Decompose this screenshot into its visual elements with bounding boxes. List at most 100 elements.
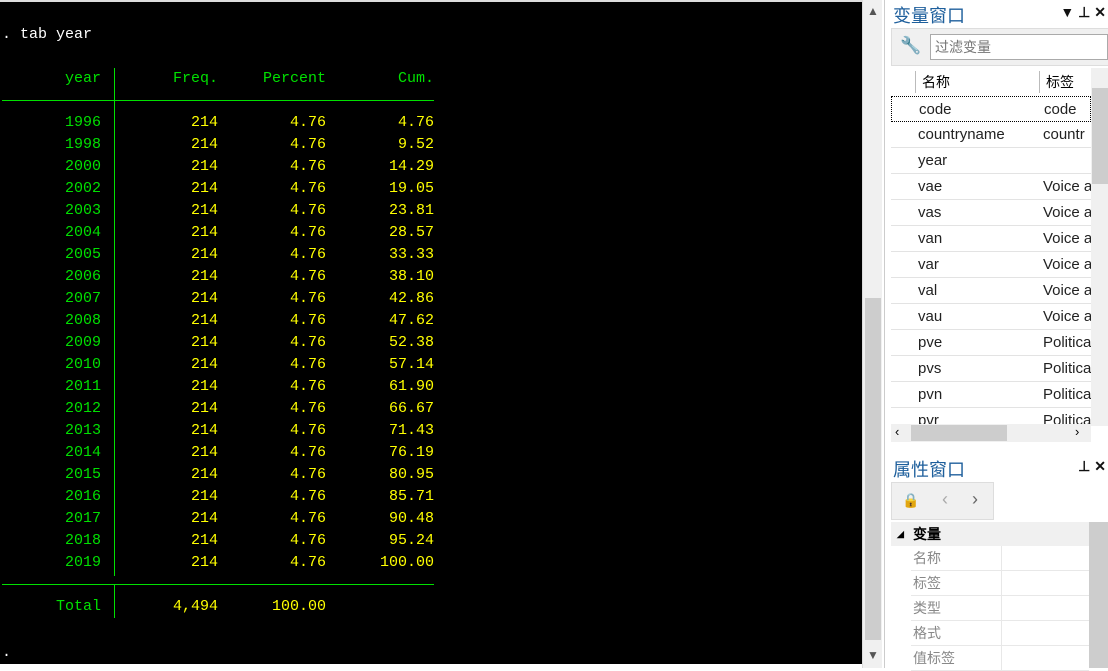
variable-row[interactable]: var Voice a	[891, 252, 1091, 278]
side-panels: 变量窗口 ▼ ⊥ ✕ 🔧 名称 标签 codecodecountrynameco…	[884, 0, 1108, 671]
row-value: 4.76	[289, 268, 326, 285]
row-value: 4.76	[289, 136, 326, 153]
results-scrollbar[interactable]: ▲ ▼	[862, 0, 882, 668]
row-value: 214	[190, 202, 218, 219]
results-window: . tab year year Freq. Percent Cum. 1996 214 4.…	[0, 0, 862, 664]
close-icon[interactable]: ✕	[1094, 458, 1106, 474]
properties-scrollbar[interactable]	[1089, 522, 1108, 668]
horizontal-scrollbar[interactable]: ‹ ›	[891, 424, 1091, 442]
property-label: 标签	[913, 575, 941, 591]
row-value: 19.05	[388, 180, 434, 197]
row-year: 2014	[64, 444, 101, 461]
row-value: 214	[190, 554, 218, 571]
col-name-header[interactable]: 名称	[915, 71, 950, 93]
row-value: 214	[190, 444, 218, 461]
pin-icon[interactable]: ⊥	[1078, 458, 1090, 474]
scroll-thumb[interactable]	[865, 298, 881, 640]
variable-row[interactable]: vae Voice a	[891, 174, 1091, 200]
variable-label: Voice a	[1043, 308, 1091, 325]
variable-row[interactable]: countryname countr	[891, 122, 1091, 148]
table-divider	[2, 584, 434, 585]
variable-list-header: 名称 标签	[891, 68, 1091, 96]
row-value: 85.71	[388, 488, 434, 505]
variable-row[interactable]: year	[891, 148, 1091, 174]
property-row[interactable]: 标签	[911, 571, 1089, 596]
table-divider	[2, 100, 434, 101]
variable-row[interactable]: pvs Politica	[891, 356, 1091, 382]
row-value: 214	[190, 180, 218, 197]
variable-name: pve	[918, 334, 943, 351]
row-value: 66.67	[388, 400, 434, 417]
row-value: 4.76	[397, 114, 434, 131]
variable-list-scrollbar[interactable]	[1091, 68, 1108, 426]
row-value: 214	[190, 158, 218, 175]
property-divider	[1001, 621, 1002, 645]
row-value: 214	[190, 334, 218, 351]
variable-name: year	[918, 152, 948, 169]
variable-label: Voice a	[1043, 204, 1091, 221]
variable-row[interactable]: vas Voice a	[891, 200, 1091, 226]
row-value: 214	[190, 400, 218, 417]
properties-controls: ⊥ ✕	[1078, 458, 1106, 475]
property-row[interactable]: 格式	[911, 621, 1089, 646]
table-vertical-rule	[114, 112, 115, 576]
scroll-thumb[interactable]	[1092, 88, 1108, 184]
header-freq: Freq.	[172, 70, 218, 87]
row-value: 42.86	[388, 290, 434, 307]
variable-label: countr	[1043, 126, 1085, 143]
row-value: 4.76	[289, 312, 326, 329]
property-divider	[1001, 596, 1002, 620]
variables-title: 变量窗口	[893, 6, 965, 26]
collapse-icon[interactable]: ◢	[897, 522, 904, 546]
property-row[interactable]: 类型	[911, 596, 1089, 621]
property-row[interactable]: 名称	[911, 546, 1089, 571]
filter-icon[interactable]: ▼	[1060, 4, 1074, 20]
row-year: 1996	[64, 114, 101, 131]
row-year: 2004	[64, 224, 101, 241]
scroll-up-icon[interactable]: ▲	[865, 4, 881, 18]
wrench-icon: 🔧	[900, 36, 922, 55]
row-value: 71.43	[388, 422, 434, 439]
row-value: 4.76	[289, 356, 326, 373]
command-line: . tab year	[2, 26, 93, 43]
scroll-right-icon[interactable]: ›	[1075, 424, 1079, 439]
row-value: 4.76	[289, 334, 326, 351]
scroll-thumb[interactable]	[911, 425, 1007, 441]
total-percent: 100.00	[271, 598, 326, 615]
pin-icon[interactable]: ⊥	[1078, 4, 1090, 20]
col-label-header[interactable]: 标签	[1039, 71, 1074, 93]
forward-icon[interactable]: ›	[972, 489, 978, 510]
total-freq: 4,494	[172, 598, 218, 615]
variable-row[interactable]: code code	[891, 96, 1091, 122]
filter-input[interactable]	[930, 34, 1108, 60]
variable-row[interactable]: van Voice a	[891, 226, 1091, 252]
variable-row[interactable]: pvn Politica	[891, 382, 1091, 408]
properties-panel: 🔒 ‹ › ◢ 变量 名称标签类型 格式 值标签	[891, 482, 1108, 671]
variable-row[interactable]: vau Voice a	[891, 304, 1091, 330]
row-value: 4.76	[289, 444, 326, 461]
property-label: 名称	[913, 550, 941, 566]
lock-icon[interactable]: 🔒	[902, 492, 919, 509]
row-value: 47.62	[388, 312, 434, 329]
variable-name: vae	[918, 178, 943, 195]
row-value: 33.33	[388, 246, 434, 263]
variable-row[interactable]: val Voice a	[891, 278, 1091, 304]
section-label: 变量	[913, 526, 941, 542]
property-row[interactable]: 值标签	[911, 646, 1089, 671]
close-icon[interactable]: ✕	[1094, 4, 1106, 20]
scroll-left-icon[interactable]: ‹	[895, 424, 899, 439]
variable-label: Voice a	[1043, 230, 1091, 247]
back-icon[interactable]: ‹	[942, 489, 948, 510]
row-value: 76.19	[388, 444, 434, 461]
row-value: 9.52	[397, 136, 434, 153]
row-value: 214	[190, 488, 218, 505]
variable-section[interactable]: ◢ 变量	[891, 522, 1089, 546]
variable-name: var	[918, 256, 939, 273]
row-value: 214	[190, 422, 218, 439]
row-value: 4.76	[289, 114, 326, 131]
row-value: 4.76	[289, 246, 326, 263]
row-value: 214	[190, 224, 218, 241]
variable-row[interactable]: pve Politica	[891, 330, 1091, 356]
scroll-down-icon[interactable]: ▼	[865, 648, 881, 662]
row-value: 38.10	[388, 268, 434, 285]
